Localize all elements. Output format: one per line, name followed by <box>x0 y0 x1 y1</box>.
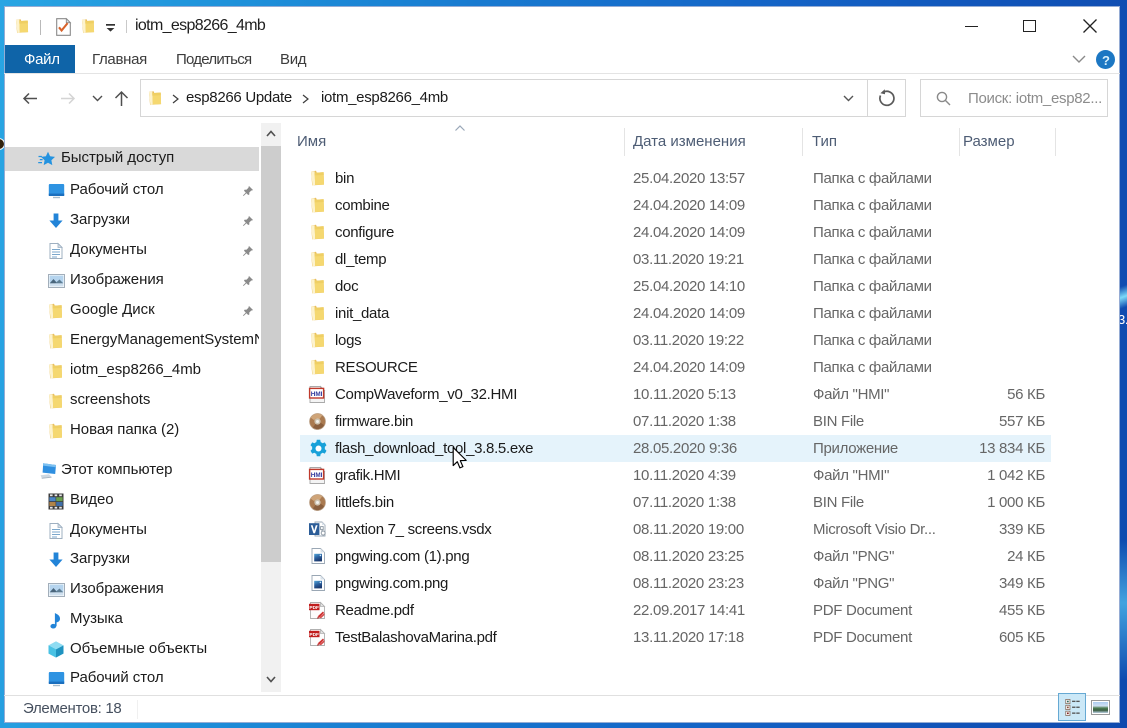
svg-text:PDF: PDF <box>309 631 319 637</box>
svg-text:PDF: PDF <box>309 604 319 610</box>
svg-text:HMI: HMI <box>311 390 323 397</box>
svg-text:HMI: HMI <box>311 471 323 478</box>
